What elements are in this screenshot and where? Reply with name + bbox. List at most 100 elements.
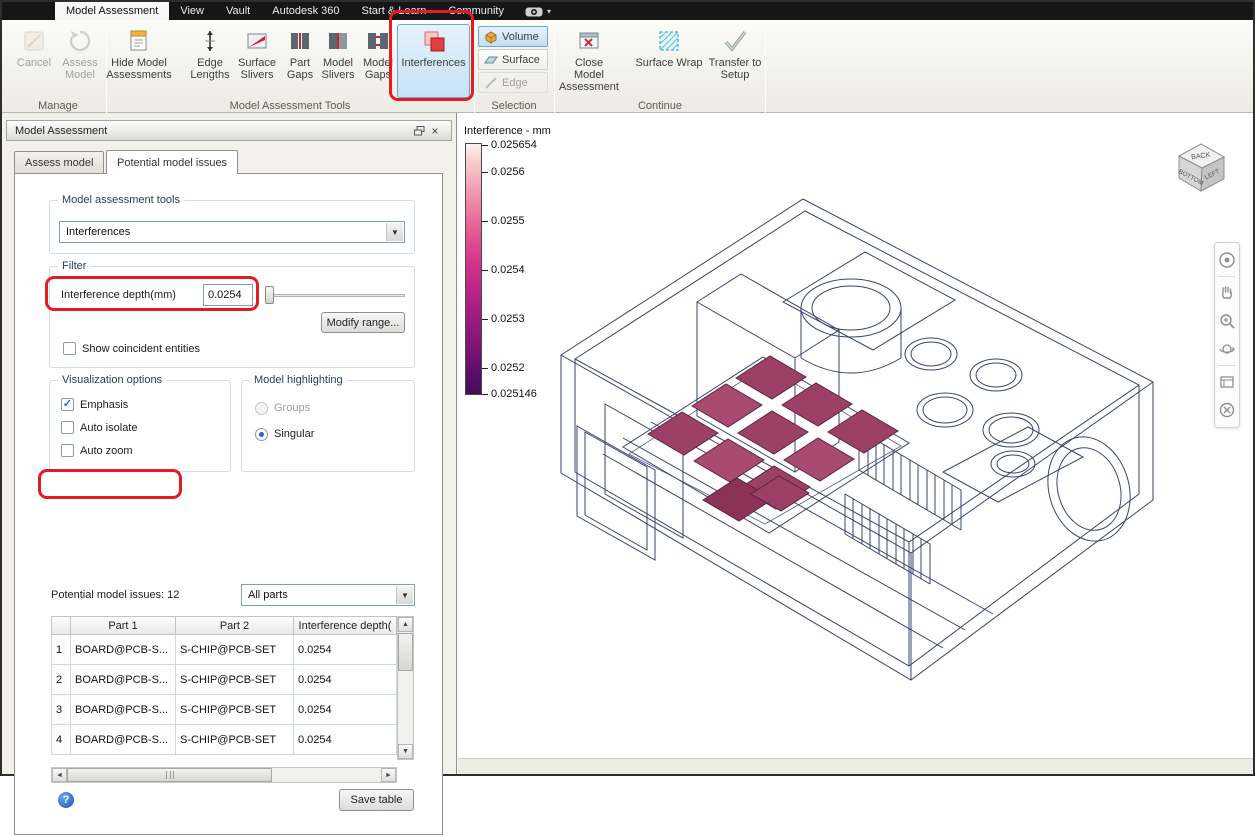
panel-header[interactable]: Model Assessment × [6, 120, 452, 141]
view-list-icon[interactable] [1216, 368, 1238, 396]
model-slivers-button[interactable]: Model Slivers [318, 24, 358, 98]
menu-autodesk-360[interactable]: Autodesk 360 [261, 2, 350, 20]
interferences-icon [421, 28, 447, 54]
ribbon-separator [554, 24, 555, 124]
cell-part2: S-CHIP@PCB-SET [176, 725, 294, 755]
model-gaps-label: Model Gaps [360, 57, 396, 81]
viewport-3d[interactable]: Interference - mm 0.025654 0.0256 0.0255… [458, 113, 1253, 774]
ribbon: Cancel Assess Model Manage Hide Model As… [2, 20, 1253, 113]
close-panel-icon[interactable]: × [427, 124, 443, 138]
col-header-part2[interactable]: Part 2 [176, 616, 294, 635]
menu-vault[interactable]: Vault [215, 2, 261, 20]
transfer-check-icon [722, 28, 748, 54]
table-row[interactable]: 1 BOARD@PCB-S... S-CHIP@PCB-SET 0.0254 [51, 635, 397, 665]
interference-depth-input[interactable] [203, 284, 253, 306]
close-model-assessment-button[interactable]: Close Model Assessment [558, 24, 620, 98]
interferences-button[interactable]: Interferences [397, 24, 470, 98]
parts-filter-dropdown[interactable]: All parts ▼ [241, 584, 415, 606]
ribbon-separator [474, 24, 475, 124]
cell-part1: BOARD@PCB-S... [71, 695, 176, 725]
cancel-button: Cancel [12, 24, 56, 98]
col-header-num[interactable] [51, 616, 71, 635]
hscroll-thumb[interactable] [67, 768, 272, 782]
menu-start-learn[interactable]: Start & Learn [351, 2, 438, 20]
view-cube[interactable]: BACK BOTTOM LEFT [1171, 137, 1231, 197]
tab-potential-model-issues[interactable]: Potential model issues [106, 150, 238, 174]
cell-depth: 0.0254 [294, 665, 397, 695]
singular-radio[interactable] [255, 428, 268, 441]
table-row[interactable]: 2 BOARD@PCB-S... S-CHIP@PCB-SET 0.0254 [51, 665, 397, 695]
auto-isolate-checkbox[interactable] [61, 421, 74, 434]
chevron-down-icon: ▾ [547, 7, 551, 16]
auto-zoom-checkbox[interactable] [61, 444, 74, 457]
disable-icon[interactable] [1216, 396, 1238, 424]
vscroll-thumb[interactable] [398, 633, 413, 671]
show-coincident-label: Show coincident entities [82, 343, 200, 355]
table-vertical-scrollbar[interactable]: ▲ ▼ [397, 616, 414, 760]
menu-community[interactable]: Community [437, 2, 515, 20]
surface-wrap-button[interactable]: Surface Wrap [632, 24, 706, 98]
cell-depth: 0.0254 [294, 695, 397, 725]
orbit-icon[interactable] [1216, 335, 1238, 363]
group-visualization-options: Visualization options [49, 380, 231, 472]
interference-chips [648, 356, 898, 521]
model-wireframe-canvas[interactable] [458, 113, 1255, 776]
chevron-down-icon: ▼ [386, 223, 403, 241]
modify-range-button[interactable]: Modify range... [321, 312, 405, 333]
group-label-selection: Selection [476, 100, 552, 113]
tab-assess-model[interactable]: Assess model [14, 151, 104, 173]
surface-slivers-button[interactable]: Surface Slivers [233, 24, 281, 98]
selection-edge-button: Edge [478, 72, 548, 93]
navigation-wheel-icon[interactable] [1216, 246, 1238, 274]
cell-part1: BOARD@PCB-S... [71, 725, 176, 755]
edge-lengths-button[interactable]: Edge Lengths [188, 24, 232, 98]
potential-issues-count-label: Potential model issues: 12 [51, 589, 179, 601]
hide-assessments-icon [126, 28, 152, 54]
hide-assessments-label: Hide Model Assessments [106, 57, 171, 81]
groups-label: Groups [274, 402, 310, 414]
part-gaps-label: Part Gaps [283, 57, 317, 81]
app-window: Model Assessment View Vault Autodesk 360… [0, 0, 1255, 776]
table-row[interactable]: 3 BOARD@PCB-S... S-CHIP@PCB-SET 0.0254 [51, 695, 397, 725]
transfer-to-setup-button[interactable]: Transfer to Setup [707, 24, 763, 98]
zoom-icon[interactable] [1216, 307, 1238, 335]
pan-hand-icon[interactable] [1216, 279, 1238, 307]
table-horizontal-scrollbar[interactable]: ◄ ► [51, 767, 397, 783]
hide-model-assessments-button[interactable]: Hide Model Assessments [110, 24, 168, 98]
save-table-button[interactable]: Save table [339, 789, 414, 811]
scroll-down-arrow[interactable]: ▼ [398, 744, 413, 759]
scroll-up-arrow[interactable]: ▲ [398, 617, 413, 632]
selection-volume-button[interactable]: Volume [478, 26, 548, 47]
depth-slider-thumb[interactable] [265, 286, 274, 304]
help-icon[interactable]: ? [58, 792, 74, 808]
surface-slivers-label: Surface Slivers [234, 57, 280, 81]
col-header-part1[interactable]: Part 1 [71, 616, 176, 635]
panel-content: Model assessment tools Interferences ▼ F… [14, 173, 443, 835]
emphasis-checkbox[interactable]: ✓ [61, 398, 74, 411]
assessment-tool-dropdown[interactable]: Interferences ▼ [59, 221, 405, 243]
model-gaps-button[interactable]: Model Gaps [359, 24, 397, 98]
menu-view[interactable]: View [169, 2, 215, 20]
camera-icon [525, 6, 543, 17]
part-gaps-button[interactable]: Part Gaps [282, 24, 318, 98]
volume-icon [484, 30, 498, 44]
float-panel-icon[interactable] [411, 124, 427, 138]
auto-isolate-label: Auto isolate [80, 422, 137, 434]
capture-menu-button[interactable]: ▾ [515, 2, 561, 20]
parts-filter-value: All parts [248, 589, 288, 601]
transfer-to-setup-label: Transfer to Setup [708, 57, 762, 81]
selection-surface-button[interactable]: Surface [478, 49, 548, 70]
table-row[interactable]: 4 BOARD@PCB-S... S-CHIP@PCB-SET 0.0254 [51, 725, 397, 755]
edge-lengths-icon [197, 28, 223, 54]
close-assessment-label: Close Model Assessment [559, 57, 619, 93]
scroll-left-arrow[interactable]: ◄ [52, 768, 67, 782]
menubar: Model Assessment View Vault Autodesk 360… [2, 2, 1253, 20]
group-model-highlighting: Model highlighting [241, 380, 415, 472]
show-coincident-checkbox[interactable] [63, 342, 76, 355]
depth-slider-track[interactable] [267, 294, 405, 297]
menu-model-assessment[interactable]: Model Assessment [55, 2, 169, 20]
row-num: 4 [51, 725, 71, 755]
scroll-right-arrow[interactable]: ► [381, 768, 396, 782]
edge-label: Edge [502, 77, 528, 89]
col-header-depth[interactable]: Interference depth( [294, 616, 397, 635]
